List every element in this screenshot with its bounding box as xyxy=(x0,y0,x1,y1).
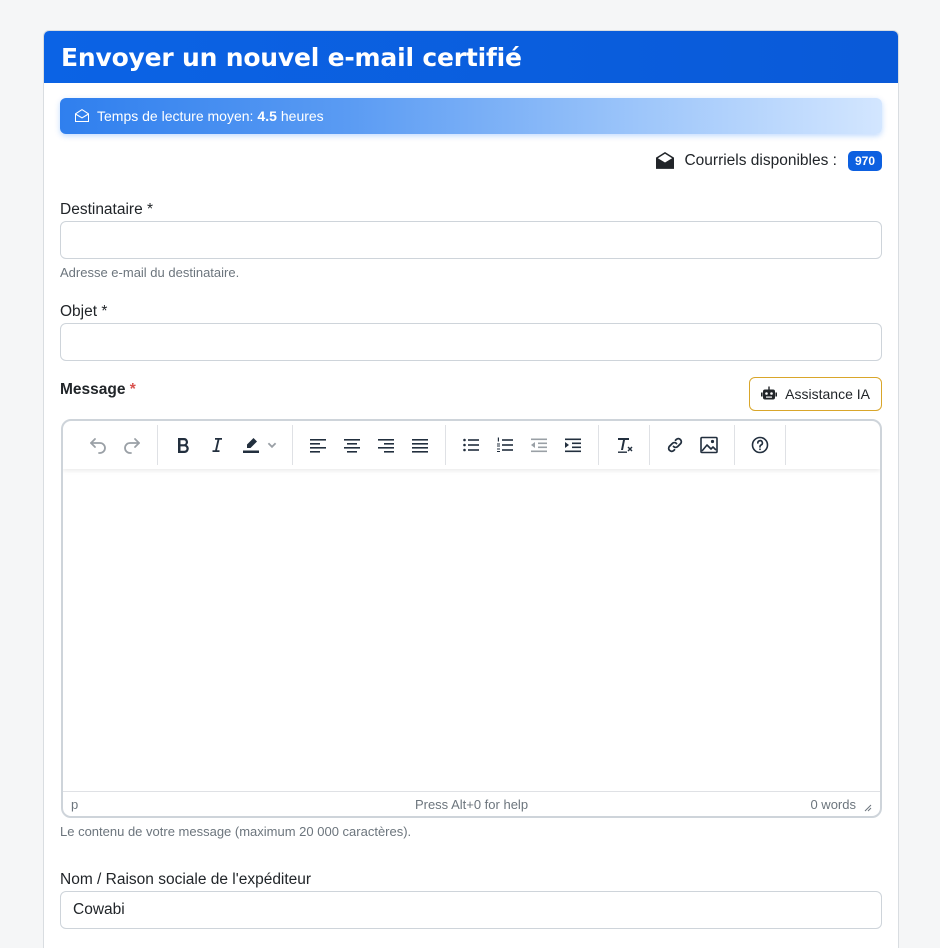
numbered-list-button[interactable] xyxy=(488,428,522,462)
available-emails-badge: 970 xyxy=(847,151,882,171)
italic-icon xyxy=(212,438,222,452)
format-group xyxy=(158,425,293,465)
message-label-text: Message xyxy=(60,381,126,398)
undo-icon xyxy=(90,438,106,454)
list-group xyxy=(446,425,599,465)
align-center-button[interactable] xyxy=(335,428,369,462)
outdent-icon xyxy=(531,438,547,453)
indent-button[interactable] xyxy=(556,428,590,462)
insert-group xyxy=(650,425,735,465)
recipient-label: Destinataire * xyxy=(60,201,154,218)
robot-icon xyxy=(761,386,778,400)
element-path[interactable]: p xyxy=(71,797,78,812)
indent-icon xyxy=(565,438,581,453)
ai-assistance-button[interactable]: Assistance IA xyxy=(749,377,882,411)
envelope-open-icon xyxy=(656,152,675,169)
history-group xyxy=(73,425,158,465)
outdent-button[interactable] xyxy=(522,428,556,462)
required-mark: * xyxy=(129,381,136,398)
bullet-list-icon xyxy=(463,438,479,452)
reading-time-banner: Temps de lecture moyen: 4.5 heures xyxy=(60,98,882,134)
recipient-help: Adresse e-mail du destinataire. xyxy=(60,265,240,280)
alignment-group xyxy=(293,425,446,465)
align-left-button[interactable] xyxy=(301,428,335,462)
reading-time-value: 4.5 xyxy=(257,108,277,124)
undo-button[interactable] xyxy=(81,428,115,462)
editor-statusbar: p Press Alt+0 for help 0 words xyxy=(63,791,880,816)
image-icon xyxy=(700,436,718,454)
editor-content-area[interactable] xyxy=(63,469,880,791)
reading-time-prefix: Temps de lecture moyen: xyxy=(97,108,254,124)
italic-button[interactable] xyxy=(200,428,234,462)
bold-icon xyxy=(178,438,189,453)
justify-button[interactable] xyxy=(403,428,437,462)
bullet-list-button[interactable] xyxy=(454,428,488,462)
subject-input[interactable] xyxy=(60,323,882,361)
insert-link-button[interactable] xyxy=(658,428,692,462)
chevron-down-icon xyxy=(267,442,277,449)
subject-label: Objet * xyxy=(60,303,108,320)
link-icon xyxy=(667,437,683,453)
page-title: Envoyer un nouvel e-mail certifié xyxy=(61,42,522,72)
bold-button[interactable] xyxy=(166,428,200,462)
clear-formatting-button[interactable] xyxy=(607,428,641,462)
highlight-color-button[interactable] xyxy=(234,428,284,462)
align-right-button[interactable] xyxy=(369,428,403,462)
card-header: Envoyer un nouvel e-mail certifié xyxy=(44,31,898,83)
numbered-list-icon xyxy=(497,437,513,452)
ai-assistance-label: Assistance IA xyxy=(785,386,870,402)
align-right-icon xyxy=(378,439,394,453)
available-emails: Courriels disponibles : 970 xyxy=(656,151,882,171)
sender-label: Nom / Raison sociale de l'expéditeur xyxy=(60,871,312,888)
sender-name-input[interactable]: Cowabi xyxy=(60,891,882,929)
recipient-input[interactable] xyxy=(60,221,882,259)
message-help: Le contenu de votre message (maximum 20 … xyxy=(60,824,412,839)
insert-image-button[interactable] xyxy=(692,428,726,462)
available-emails-label: Courriels disponibles : xyxy=(684,152,837,169)
message-label: Message * xyxy=(60,381,136,399)
align-left-icon xyxy=(310,439,326,453)
editor-toolbar xyxy=(63,421,880,469)
word-count[interactable]: 0 words xyxy=(810,797,856,812)
envelope-open-icon xyxy=(75,109,89,122)
clear-group xyxy=(599,425,650,465)
help-group xyxy=(735,425,786,465)
align-center-icon xyxy=(344,439,360,453)
redo-icon xyxy=(124,438,140,454)
compose-card: Envoyer un nouvel e-mail certifié Temps … xyxy=(43,30,899,948)
accessibility-help: Press Alt+0 for help xyxy=(414,796,529,812)
clear-formatting-icon xyxy=(618,438,633,453)
align-justify-icon xyxy=(412,439,428,453)
redo-button[interactable] xyxy=(115,428,149,462)
highlighter-icon xyxy=(243,438,259,453)
help-button[interactable] xyxy=(743,428,777,462)
help-icon xyxy=(751,436,769,454)
reading-time-unit: heures xyxy=(280,108,324,124)
rich-text-editor: p Press Alt+0 for help 0 words xyxy=(61,419,882,818)
resize-handle-icon[interactable] xyxy=(862,802,872,812)
